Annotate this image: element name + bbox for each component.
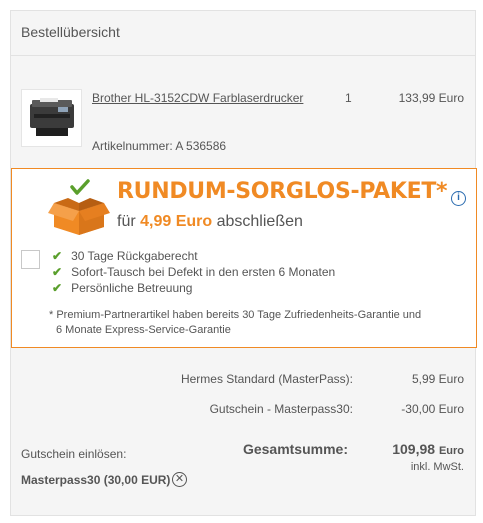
product-image[interactable] [21, 89, 82, 147]
care-package-promo: RUNDUM-SORGLOS-PAKET* für 4,99 Euro absc… [11, 168, 477, 348]
total-value: 109,98 Euro [392, 441, 464, 457]
benefits-list: ✔ 30 Tage Rückgaberecht ✔ Sofort-Tausch … [52, 248, 335, 296]
info-icon[interactable]: i [451, 191, 466, 206]
printer-icon [30, 98, 74, 136]
product-quantity: 1 [345, 91, 352, 105]
page-title: Bestellübersicht [21, 24, 120, 40]
applied-voucher-code: Masterpass30 (30,00 EUR) [21, 473, 171, 487]
care-package-checkbox[interactable] [21, 250, 40, 269]
product-name-link[interactable]: Brother HL-3152CDW Farblaserdrucker [92, 91, 303, 105]
voucher-discount-value: -30,00 Euro [401, 402, 464, 416]
checkmark-icon: ✔ [52, 265, 63, 279]
footnote-line: * Premium-Partnerartikel haben bereits 3… [49, 309, 422, 321]
product-price: 133,99 Euro [398, 91, 464, 105]
promo-subtitle: für 4,99 Euro abschließen [117, 213, 303, 231]
product-row: Brother HL-3152CDW Farblaserdrucker 1 13… [11, 76, 475, 171]
benefit-label: Persönliche Betreuung [71, 281, 193, 295]
promo-price: 4,99 Euro [140, 213, 213, 230]
list-item: ✔ Sofort-Tausch bei Defekt in den ersten… [52, 264, 335, 280]
list-item: ✔ Persönliche Betreuung [52, 280, 335, 296]
voucher-redeem-label: Gutschein einlösen: [21, 447, 127, 461]
order-summary-panel: Bestellübersicht Brother HL-3152CDW Farb… [10, 10, 477, 516]
benefit-label: 30 Tage Rückgaberecht [71, 249, 198, 263]
promo-subtitle-suffix: abschließen [216, 213, 303, 230]
total-label: Gesamtsumme: [242, 441, 348, 457]
shipping-value: 5,99 Euro [411, 372, 464, 386]
promo-footnote: * Premium-Partnerartikel haben bereits 3… [49, 308, 469, 338]
promo-title: RUNDUM-SORGLOS-PAKET* [117, 179, 448, 204]
remove-voucher-button[interactable]: ✕ [172, 472, 187, 487]
shipping-label: Hermes Standard (MasterPass): [180, 372, 353, 386]
orange-box-icon [48, 179, 110, 235]
voucher-discount-label: Gutschein - Masterpass30: [209, 402, 353, 416]
order-summary-header: Bestellübersicht [11, 11, 475, 56]
article-number: Artikelnummer: A 536586 [92, 139, 227, 153]
promo-subtitle-prefix: für [117, 213, 136, 230]
list-item: ✔ 30 Tage Rückgaberecht [52, 248, 335, 264]
vat-note: inkl. MwSt. [410, 461, 464, 473]
checkmark-icon: ✔ [52, 249, 63, 263]
footnote-line: 6 Monate Express-Service-Garantie [56, 324, 231, 336]
total-currency: Euro [438, 445, 464, 457]
benefit-label: Sofort-Tausch bei Defekt in den ersten 6… [71, 265, 336, 279]
total-amount: 109,98 [392, 441, 436, 457]
checkmark-icon: ✔ [52, 281, 63, 295]
